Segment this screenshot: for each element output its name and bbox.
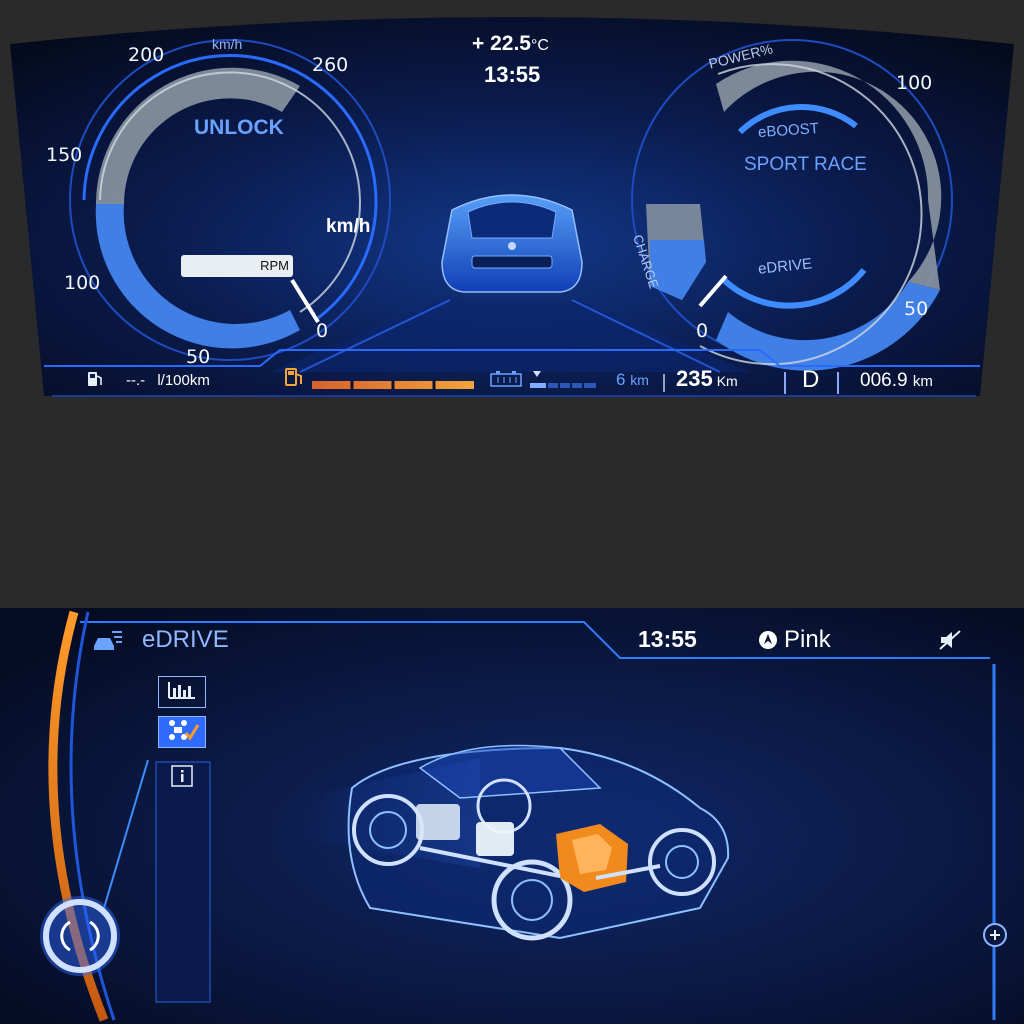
total-range-unit: Km — [716, 373, 738, 389]
outside-temperature: + 22.5°C — [472, 32, 549, 56]
speed-tick-260: 260 — [312, 54, 349, 76]
drive-mode-label: SPORT RACE — [744, 154, 867, 175]
speed-tick-50: 50 — [186, 346, 211, 368]
screen-title: eDRIVE — [142, 626, 229, 653]
nav-destination[interactable]: Pink — [784, 626, 831, 654]
fuel-consumption: --.- l/100km — [126, 372, 210, 389]
fuel-level-bar — [312, 380, 474, 390]
speed-tick-150: 150 — [46, 144, 83, 166]
drivetrain-menu-item[interactable] — [158, 716, 206, 748]
edrive-menu-icon — [92, 628, 124, 654]
instrument-cluster: + 22.5°C 13:55 km/h 200 260 150 100 50 0… — [0, 0, 1024, 400]
idrive-clock: 13:55 — [638, 626, 697, 652]
cluster-clock: 13:55 — [484, 62, 541, 87]
idrive-graphics — [0, 608, 1024, 1024]
electric-range: 6 km — [616, 370, 649, 390]
speed-tick-100: 100 — [64, 272, 101, 294]
electric-range-unit: km — [630, 372, 649, 388]
consumption-unit: l/100km — [157, 372, 210, 389]
temperature-value: + 22.5 — [472, 32, 531, 55]
speed-unit-arc-label: km/h — [212, 36, 243, 52]
power-tick-100: 100 — [896, 72, 933, 94]
speed-tick-200: 200 — [128, 44, 165, 66]
bar-chart-icon — [167, 680, 197, 705]
battery-icon — [490, 370, 524, 388]
info-menu-item[interactable] — [158, 762, 206, 794]
zoom-in-button[interactable] — [982, 922, 1008, 948]
consumption-value: --.- — [126, 372, 146, 389]
idrive-screen: eDRIVE 13:55 Pink — [0, 608, 1024, 1024]
total-range-value: 235 — [676, 366, 713, 391]
electric-range-value: 6 — [616, 370, 626, 389]
speed-unit-label: km/h — [326, 216, 371, 237]
trip-distance-unit: km — [912, 373, 933, 390]
power-tick-0: 0 — [696, 320, 709, 342]
temperature-unit: °C — [530, 37, 549, 54]
navigation-icon — [758, 630, 778, 650]
mute-icon[interactable] — [938, 628, 962, 652]
plus-icon — [983, 923, 1007, 947]
trip-distance-value: 006.9 — [860, 370, 908, 391]
gear-indicator: D — [802, 366, 820, 393]
rpm-indicator: RPM — [181, 255, 293, 277]
info-icon — [171, 764, 193, 792]
car-graphic — [441, 194, 583, 293]
controller-dial[interactable] — [40, 896, 120, 976]
drivetrain-check-icon — [164, 717, 200, 748]
fuel-pump-icon — [86, 370, 104, 388]
fuel-station-icon — [284, 366, 304, 388]
statistics-menu-item[interactable] — [158, 676, 206, 708]
speed-tick-0: 0 — [316, 320, 329, 342]
trip-odometer: 006.9 km — [860, 370, 933, 392]
total-range: 235 Km — [676, 366, 738, 392]
power-tick-50: 50 — [904, 298, 929, 320]
lock-status: UNLOCK — [194, 116, 284, 139]
